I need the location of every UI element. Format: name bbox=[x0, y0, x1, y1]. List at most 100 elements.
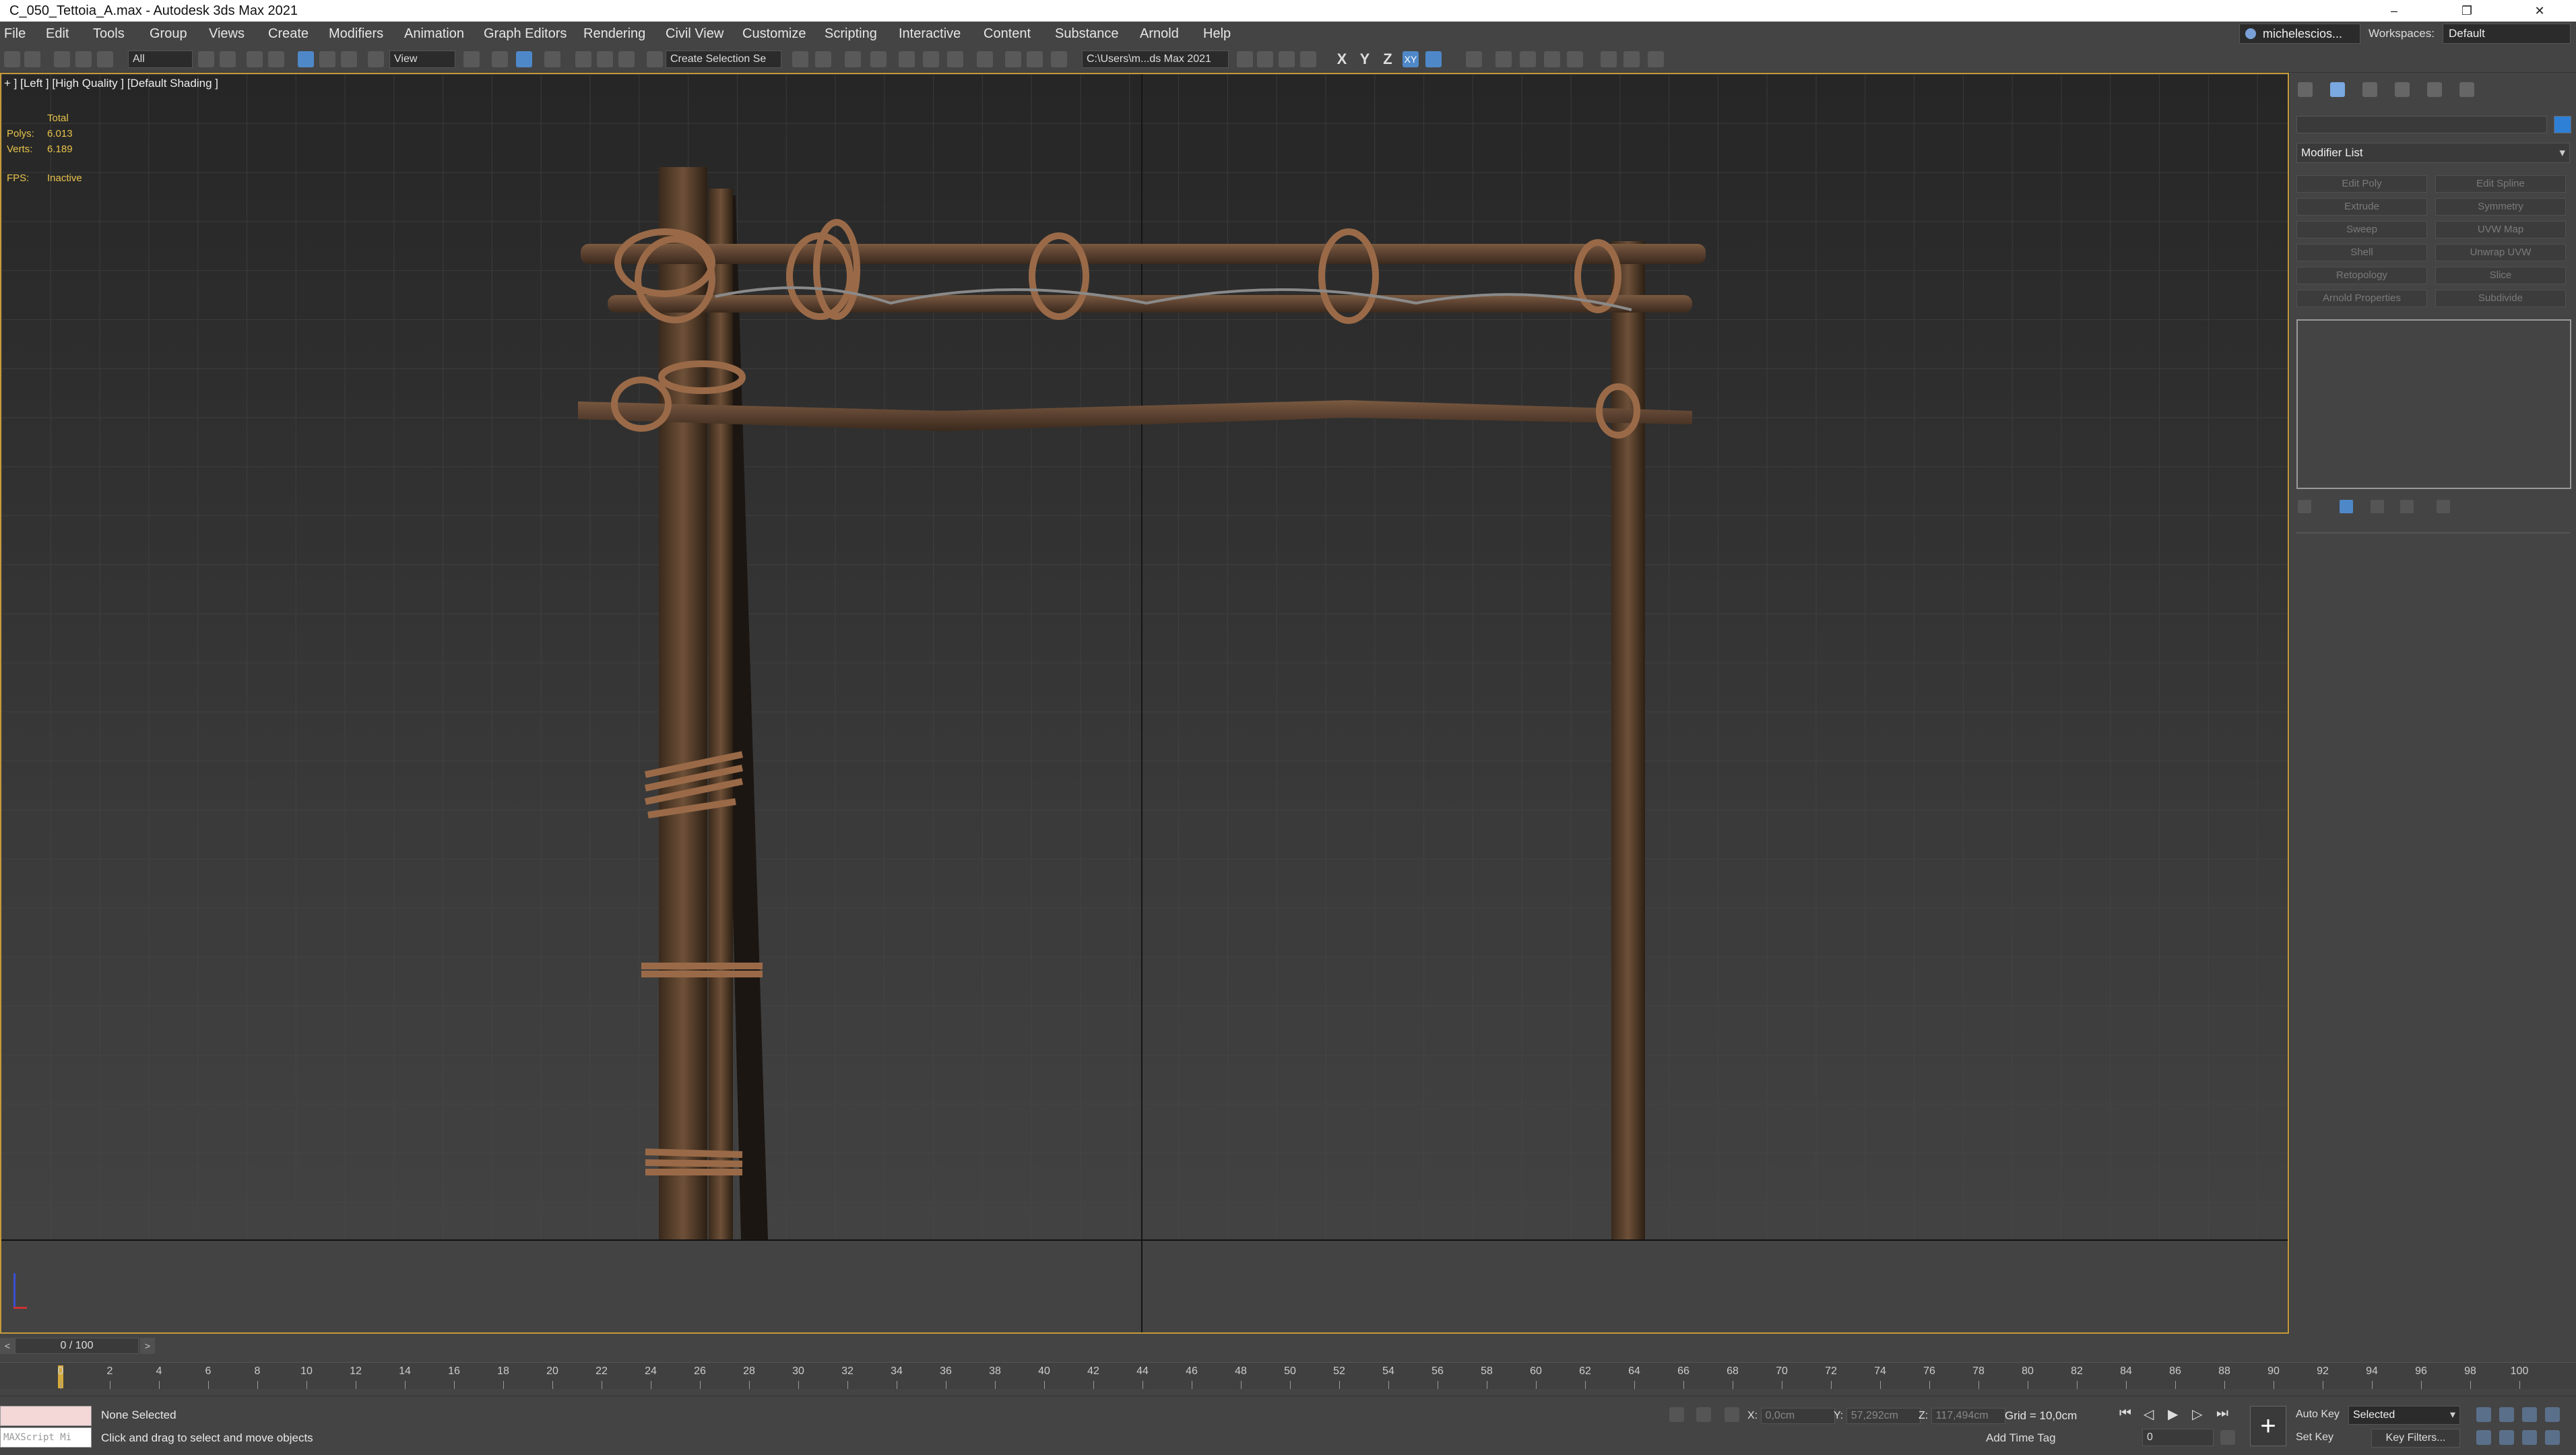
modifier-subdivide-button[interactable]: Subdivide bbox=[2435, 290, 2566, 307]
menu-graph-editors[interactable]: Graph Editors bbox=[484, 22, 567, 46]
pin-stack-icon[interactable] bbox=[2298, 500, 2311, 513]
menu-modifiers[interactable]: Modifiers bbox=[329, 22, 383, 46]
menu-scripting[interactable]: Scripting bbox=[825, 22, 877, 46]
spinner-snap-icon[interactable] bbox=[618, 51, 635, 67]
key-filters-button[interactable]: Key Filters... bbox=[2371, 1429, 2460, 1448]
zoom-extents-all-icon[interactable] bbox=[2545, 1407, 2560, 1422]
modifier-sweep-button[interactable]: Sweep bbox=[2296, 221, 2427, 238]
modifier-list-dropdown[interactable]: Modifier List bbox=[2296, 143, 2570, 163]
play-icon[interactable]: ▶ bbox=[2168, 1406, 2178, 1423]
menu-arnold[interactable]: Arnold bbox=[1140, 22, 1179, 46]
orbit-icon[interactable] bbox=[2522, 1430, 2537, 1445]
set-keys-button[interactable]: + bbox=[2250, 1406, 2286, 1446]
utilities-tab-icon[interactable] bbox=[2459, 82, 2474, 97]
maximize-viewport-icon[interactable] bbox=[2545, 1430, 2560, 1445]
save-file-icon[interactable] bbox=[1257, 51, 1273, 67]
set-key-button[interactable]: Set Key bbox=[2296, 1431, 2333, 1444]
x-coordinate-field[interactable]: 0,0cm bbox=[1760, 1407, 1835, 1424]
reference-coord-dropdown[interactable]: View bbox=[389, 51, 455, 68]
keyboard-shortcut-toggle-icon[interactable] bbox=[516, 51, 532, 67]
window-crossing-icon[interactable] bbox=[268, 51, 284, 67]
display-tab-icon[interactable] bbox=[2427, 82, 2442, 97]
show-end-result-icon[interactable] bbox=[2340, 500, 2353, 513]
project-folder-dropdown[interactable]: C:\Users\m...ds Max 2021 bbox=[1082, 51, 1229, 68]
menu-group[interactable]: Group bbox=[150, 22, 187, 46]
local-axis-icon[interactable] bbox=[1466, 51, 1482, 67]
menu-rendering[interactable]: Rendering bbox=[583, 22, 645, 46]
next-frame-button[interactable]: > bbox=[140, 1338, 155, 1354]
zoom-extents-icon[interactable] bbox=[2522, 1407, 2537, 1422]
sphere-icon[interactable] bbox=[1567, 51, 1583, 67]
modifier-uvw-map-button[interactable]: UVW Map bbox=[2435, 221, 2566, 238]
rect-selection-icon[interactable] bbox=[247, 51, 263, 67]
modifier-edit-poly-button[interactable]: Edit Poly bbox=[2296, 175, 2427, 193]
scene-canopy-model[interactable] bbox=[1, 74, 2289, 1334]
axis-y-button[interactable]: Y bbox=[1357, 51, 1373, 67]
snaps-toggle-icon[interactable] bbox=[544, 51, 560, 67]
menu-file[interactable]: File bbox=[4, 22, 26, 46]
rendered-frame-window-icon[interactable] bbox=[1027, 51, 1043, 67]
select-object-icon[interactable] bbox=[198, 51, 214, 67]
remove-modifier-icon[interactable] bbox=[2400, 500, 2414, 513]
percent-snap-icon[interactable] bbox=[597, 51, 613, 67]
menu-content[interactable]: Content bbox=[984, 22, 1031, 46]
undo-icon[interactable] bbox=[4, 51, 20, 67]
minimize-button[interactable]: – bbox=[2358, 0, 2430, 22]
viewport-label-menu[interactable]: + ] [Left ] [High Quality ] [Default Sha… bbox=[4, 77, 218, 90]
menu-help[interactable]: Help bbox=[1203, 22, 1231, 46]
selection-lock-icon[interactable] bbox=[1696, 1407, 1711, 1422]
modifier-shell-button[interactable]: Shell bbox=[2296, 244, 2427, 261]
modify-tab-icon[interactable] bbox=[2330, 82, 2345, 97]
wrench-icon[interactable] bbox=[1544, 51, 1560, 67]
menu-customize[interactable]: Customize bbox=[742, 22, 806, 46]
playback-back-icon[interactable] bbox=[1601, 51, 1617, 67]
maxscript-listener-output[interactable] bbox=[0, 1406, 92, 1426]
axis-xy-button[interactable]: XY bbox=[1403, 51, 1419, 67]
menu-views[interactable]: Views bbox=[209, 22, 245, 46]
object-name-field[interactable] bbox=[2296, 116, 2547, 133]
make-unique-icon[interactable] bbox=[2371, 500, 2384, 513]
select-by-name-icon[interactable] bbox=[220, 51, 236, 67]
select-rotate-icon[interactable] bbox=[319, 51, 335, 67]
toggle-ribbon-icon[interactable] bbox=[899, 51, 915, 67]
time-slider[interactable]: 0 / 100 bbox=[15, 1338, 139, 1354]
z-coordinate-field[interactable]: 117,494cm bbox=[1931, 1407, 2005, 1424]
menu-interactive[interactable]: Interactive bbox=[899, 22, 961, 46]
current-frame-field[interactable]: 0 bbox=[2142, 1429, 2214, 1446]
menu-civil-view[interactable]: Civil View bbox=[666, 22, 723, 46]
modifier-slice-button[interactable]: Slice bbox=[2435, 267, 2566, 284]
named-selection-set-dropdown[interactable]: Create Selection Se bbox=[666, 51, 781, 68]
render-production-icon[interactable] bbox=[1051, 51, 1067, 67]
axis-plane-toggle-icon[interactable] bbox=[1425, 51, 1442, 67]
material-editor-icon[interactable] bbox=[977, 51, 993, 67]
unlink-icon[interactable] bbox=[75, 51, 92, 67]
mirror-icon[interactable] bbox=[792, 51, 808, 67]
auto-key-button[interactable]: Auto Key bbox=[2296, 1409, 2340, 1421]
angle-snap-icon[interactable] bbox=[575, 51, 591, 67]
viewport-left[interactable]: + ] [Left ] [High Quality ] [Default Sha… bbox=[0, 73, 2289, 1334]
prev-frame-button[interactable]: < bbox=[0, 1338, 15, 1354]
manipulate-icon[interactable] bbox=[492, 51, 508, 67]
y-coordinate-field[interactable]: 57,292cm bbox=[1846, 1407, 1921, 1424]
project-icon[interactable] bbox=[1279, 51, 1295, 67]
modifier-symmetry-button[interactable]: Symmetry bbox=[2435, 198, 2566, 216]
restore-button[interactable]: ❐ bbox=[2430, 0, 2503, 22]
modifier-edit-spline-button[interactable]: Edit Spline bbox=[2435, 175, 2566, 193]
modifier-arnold-properties-button[interactable]: Arnold Properties bbox=[2296, 290, 2427, 307]
pan-view-icon[interactable] bbox=[2499, 1430, 2514, 1445]
track-bar[interactable]: 0 2 4 6 8 10 12 14 16 18 20 22 24 26 28 30 32 34 36 38 40 42 4… bbox=[0, 1362, 2576, 1389]
object-color-swatch[interactable] bbox=[2554, 116, 2571, 133]
workspace-dropdown[interactable]: Default bbox=[2443, 24, 2571, 44]
curve-editor-icon[interactable] bbox=[923, 51, 939, 67]
absolute-mode-icon[interactable] bbox=[1725, 1407, 1739, 1422]
render-active-icon[interactable] bbox=[1648, 51, 1664, 67]
toggle-scene-explorer-icon[interactable] bbox=[845, 51, 861, 67]
menu-create[interactable]: Create bbox=[268, 22, 309, 46]
configure-modifier-sets-icon[interactable] bbox=[2437, 500, 2450, 513]
zoom-icon[interactable] bbox=[2476, 1407, 2491, 1422]
go-to-start-icon[interactable]: ⏮ bbox=[2119, 1406, 2131, 1421]
playback-forward-icon[interactable] bbox=[1623, 51, 1640, 67]
isolate-selection-icon[interactable] bbox=[1669, 1407, 1684, 1422]
previous-key-icon[interactable]: ◁ bbox=[2144, 1406, 2154, 1423]
modifier-extrude-button[interactable]: Extrude bbox=[2296, 198, 2427, 216]
